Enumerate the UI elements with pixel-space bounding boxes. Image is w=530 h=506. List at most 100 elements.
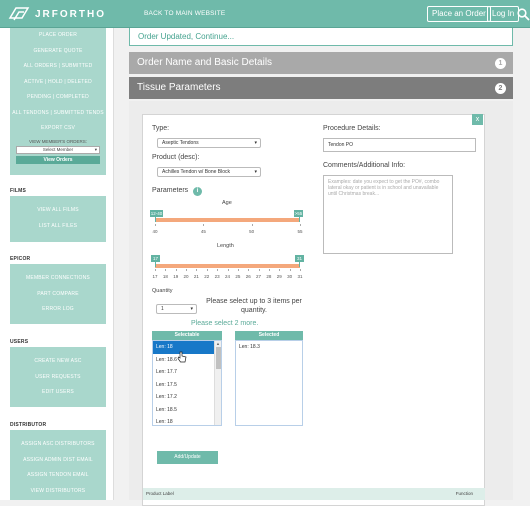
length-min-handle[interactable]: 17 — [151, 255, 160, 262]
search-icon[interactable] — [517, 8, 530, 21]
age-tick-mark — [155, 224, 156, 226]
parameters-label: Parameters — [152, 187, 189, 194]
orders-menu: PLACE ORDER GENERATE QUOTE ALL ORDERS | … — [10, 28, 106, 175]
length-tick-mark — [289, 269, 291, 271]
step-badge: 1 — [495, 58, 506, 69]
sidebar-item-assign-admin-dist-email[interactable]: ASSIGN ADMIN DIST EMAIL — [10, 453, 106, 469]
sidebar-item-view-distributors[interactable]: VIEW DISTRIBUTORS — [10, 484, 106, 500]
sidebar-item-all-tendons[interactable]: ALL TENDONS | SUBMITTED TENDS — [10, 106, 106, 122]
scrollbar[interactable]: ▲ — [214, 341, 221, 425]
back-to-main-link[interactable]: BACK TO MAIN WEBSITE — [144, 10, 225, 17]
view-members-label: VIEW MEMBER'S ORDERS: — [28, 138, 88, 144]
age-tick-label: 50 — [249, 229, 255, 234]
view-orders-button[interactable]: View Orders — [16, 155, 100, 164]
sidebar-item-member-connections[interactable]: MEMBER CONNECTIONS — [10, 271, 106, 287]
logo-text: JRFORTHO — [35, 8, 106, 20]
length-max-handle[interactable]: 31 — [295, 255, 304, 262]
list-item[interactable]: Len: 18.3 — [236, 341, 302, 354]
length-tick-mark — [248, 269, 250, 271]
accordion-order-details[interactable]: Order Name and Basic Details 1 — [129, 52, 513, 74]
sidebar-item-active-hold[interactable]: ACTIVE | HOLD | DELETED — [10, 75, 106, 91]
product-table-header: Product Label Function — [143, 488, 485, 500]
age-tick-label: 45 — [200, 229, 206, 234]
comments-textarea[interactable]: Examples: date you expect to get the PO#… — [323, 175, 453, 254]
sidebar-item-assign-tendon-email[interactable]: ASSIGN TENDON EMAIL — [10, 468, 106, 484]
place-order-button[interactable]: Place an Order — [427, 6, 491, 22]
age-tick-mark — [203, 224, 205, 226]
order-updated-message[interactable]: Order Updated, Continue... — [129, 28, 513, 46]
product-select[interactable]: Achilles Tendon w/ Bone Block ▾ — [157, 167, 261, 177]
films-menu: VIEW ALL FILMS LIST ALL FILES — [10, 196, 106, 242]
add-update-button[interactable]: Add/Update — [157, 451, 218, 464]
length-tick-mark — [300, 269, 301, 271]
length-tick-mark — [227, 269, 229, 271]
accordion-title: Order Name and Basic Details — [137, 57, 273, 68]
accordion-tissue-parameters[interactable]: Tissue Parameters 2 — [129, 77, 513, 99]
close-icon[interactable]: x — [472, 114, 483, 125]
list-item[interactable]: Len: 18 — [153, 416, 214, 425]
sidebar-item-view-films[interactable]: VIEW ALL FILMS — [10, 203, 106, 219]
product-value: Achilles Tendon w/ Bone Block — [162, 169, 231, 175]
users-menu: CREATE NEW ASC USER REQUESTS EDIT USERS — [10, 347, 106, 407]
age-max-handle[interactable]: >55 — [294, 210, 303, 217]
chevron-down-icon: ▾ — [254, 140, 257, 146]
procedure-label: Procedure Details: — [323, 125, 381, 132]
length-tick-mark — [186, 269, 188, 271]
sidebar-item-list-files[interactable]: LIST ALL FILES — [10, 219, 106, 235]
epicor-menu: MEMBER CONNECTIONS PART COMPARE ERROR LO… — [10, 264, 106, 324]
length-tick-mark — [237, 269, 239, 271]
age-tick-mark — [251, 224, 253, 226]
type-label: Type: — [152, 125, 170, 132]
type-value: Aseptic Tendons — [162, 140, 199, 146]
length-tick-mark — [175, 269, 177, 271]
scroll-up-icon[interactable]: ▲ — [215, 341, 221, 346]
sidebar-item-generate-quote[interactable]: GENERATE QUOTE — [10, 44, 106, 60]
age-slider-track — [155, 218, 300, 222]
age-tick-label: 40 — [152, 229, 158, 234]
list-item[interactable]: Len: 17.5 — [153, 379, 214, 392]
sidebar-item-assign-asc-distributors[interactable]: ASSIGN ASC DISTRIBUTORS — [10, 437, 106, 453]
login-button[interactable]: Log In — [487, 6, 520, 22]
sidebar-item-error-log[interactable]: ERROR LOG — [10, 302, 106, 318]
sidebar: PLACE ORDER GENERATE QUOTE ALL ORDERS | … — [0, 28, 114, 500]
selected-list[interactable]: Len: 18.3 — [235, 340, 303, 426]
scrollbar-thumb[interactable] — [215, 347, 221, 369]
select-member-value: Select Member — [42, 146, 74, 152]
procedure-input[interactable]: Tendon PO — [323, 138, 476, 152]
select-hint: Please select up to 3 items per quantity… — [206, 298, 302, 314]
sidebar-item-user-requests[interactable]: USER REQUESTS — [10, 370, 106, 386]
distributor-menu: ASSIGN ASC DISTRIBUTORS ASSIGN ADMIN DIS… — [10, 430, 106, 500]
age-min-handle[interactable]: 12-40 — [150, 210, 163, 217]
select-member-dropdown[interactable]: Select Member ▾ — [16, 145, 100, 154]
chevron-down-icon: ▾ — [190, 306, 193, 312]
logo[interactable]: JRFORTHO — [8, 5, 106, 23]
comments-label: Comments/Additional Info: — [323, 162, 406, 169]
hand-cursor-icon — [177, 351, 187, 363]
length-tick-label: 31 — [297, 274, 303, 279]
sidebar-item-pending[interactable]: PENDING | COMPLETED — [10, 90, 106, 106]
sidebar-item-export-csv[interactable]: EXPORT CSV — [10, 121, 106, 137]
epicor-heading: EPICOR — [10, 256, 31, 262]
sidebar-item-edit-users[interactable]: EDIT USERS — [10, 385, 106, 401]
list-item[interactable]: Len: 17.7 — [153, 366, 214, 379]
length-slider-track — [155, 264, 300, 268]
sidebar-item-part-compare[interactable]: PART COMPARE — [10, 287, 106, 303]
length-tick-mark — [217, 269, 219, 271]
length-tick-mark — [258, 269, 260, 271]
sidebar-item-place-order[interactable]: PLACE ORDER — [10, 28, 106, 44]
type-select[interactable]: Aseptic Tendons ▾ — [157, 138, 261, 148]
function-column: Function — [455, 491, 473, 496]
quantity-select[interactable]: 1 ▾ — [156, 304, 197, 314]
list-item[interactable]: Len: 18.5 — [153, 404, 214, 417]
accordion-title: Tissue Parameters — [137, 82, 221, 93]
length-tick-mark — [268, 269, 270, 271]
selectable-list[interactable]: Len: 18 Len: 18.6 Len: 17.7 Len: 17.5 Len: 1… — [152, 340, 222, 426]
quantity-value: 1 — [161, 306, 164, 312]
list-item[interactable]: Len: 17.2 — [153, 391, 214, 404]
sidebar-item-create-asc[interactable]: CREATE NEW ASC — [10, 354, 106, 370]
length-tick-mark — [155, 269, 156, 271]
sidebar-item-all-orders[interactable]: ALL ORDERS | SUBMITTED — [10, 59, 106, 75]
length-tick-mark — [165, 269, 167, 271]
top-header: JRFORTHO BACK TO MAIN WEBSITE Place an O… — [0, 0, 530, 28]
info-icon[interactable]: i — [193, 187, 202, 196]
